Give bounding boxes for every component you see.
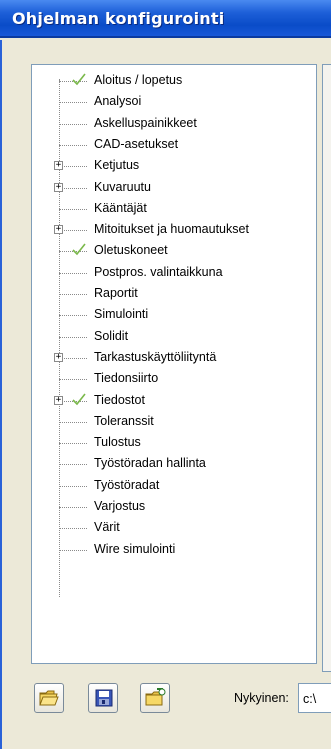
tree-branch-line	[59, 272, 87, 274]
tree-branch-line	[59, 187, 87, 189]
tree-item-label: Postpros. valintaikkuna	[94, 264, 223, 279]
tree-branch-line	[59, 357, 87, 359]
tree-item-label: Tiedonsiirto	[94, 371, 159, 386]
tree-branch-line	[59, 123, 87, 125]
expand-icon[interactable]: +	[54, 395, 63, 405]
tree-item[interactable]: Aloitus / lopetus	[32, 71, 316, 92]
tree-branch-line	[59, 294, 87, 295]
tree-item-label: Tarkastuskäyttöliityntä	[94, 349, 217, 364]
current-path-field[interactable]: c:\	[298, 683, 331, 713]
title-bar[interactable]: Ohjelman konfigurointi	[0, 0, 331, 38]
tree-branch-line	[59, 528, 87, 530]
expand-icon[interactable]: +	[54, 225, 63, 235]
tree-item-label: Aloitus / lopetus	[94, 73, 183, 87]
tree-item[interactable]: Raportit	[32, 284, 316, 305]
tree-branch-line	[59, 230, 87, 232]
tree-branch-line	[59, 315, 87, 317]
window-title: Ohjelman konfigurointi	[12, 9, 225, 28]
tree-branch-line	[59, 102, 87, 104]
tree-item[interactable]: Kääntäjät	[32, 199, 316, 220]
new-folder-button[interactable]	[140, 683, 170, 713]
tree-item-label: Tiedostot	[94, 392, 145, 407]
tree-item-label: Solidit	[94, 328, 129, 343]
bottom-toolbar: Nykyinen: c:\	[0, 683, 331, 723]
tree-item-label: Analysoi	[94, 94, 142, 109]
tree-item-label: Ketjutus	[94, 158, 140, 173]
tree-item[interactable]: Tulostus	[32, 433, 316, 454]
tree-branch-line	[59, 443, 87, 445]
tree-item-label: Kuvaruutu	[94, 179, 151, 194]
save-disk-icon	[95, 689, 113, 707]
tree-item[interactable]: Toleranssit	[32, 412, 316, 433]
expand-icon[interactable]: +	[54, 161, 63, 171]
tree-item[interactable]: + Ketjutus	[32, 156, 316, 177]
tree-item[interactable]: Työstöradat	[32, 476, 316, 497]
tree-item[interactable]: CAD-asetukset	[32, 135, 316, 156]
current-path-label: Nykyinen:	[234, 691, 289, 705]
folder-new-icon	[145, 688, 166, 706]
settings-panel	[322, 64, 331, 672]
tree-item-label: Simulointi	[94, 307, 149, 322]
config-tree[interactable]: Aloitus / lopetus Analysoi Askelluspainikk…	[31, 64, 317, 664]
checkmark-icon	[72, 243, 86, 256]
tree-item-label: Työstöradan hallinta	[94, 456, 206, 471]
tree-item-label: Värit	[94, 520, 120, 535]
tree-branch-line	[59, 507, 87, 508]
tree-branch-line	[59, 379, 87, 381]
tree-item[interactable]: Tiedonsiirto	[32, 369, 316, 390]
tree-branch-line	[59, 336, 87, 338]
tree-item[interactable]: Postpros. valintaikkuna	[32, 263, 316, 284]
tree-branch-line	[59, 144, 87, 146]
tree-item[interactable]: + Tiedostot	[32, 391, 316, 412]
tree-branch-line	[59, 464, 87, 466]
tree-item-label: Kääntäjät	[94, 200, 147, 215]
tree-item[interactable]: Analysoi	[32, 92, 316, 113]
checkmark-icon	[72, 73, 86, 86]
tree-item-label: Raportit	[94, 286, 138, 300]
tree-branch-line	[59, 166, 87, 168]
tree-item[interactable]: Työstöradan hallinta	[32, 454, 316, 475]
tree-item-label: Oletuskoneet	[94, 243, 168, 258]
tree-item[interactable]: Värit	[32, 518, 316, 539]
expand-icon[interactable]: +	[54, 352, 63, 362]
open-folder-icon	[39, 690, 59, 706]
tree-item[interactable]: + Mitoitukset ja huomautukset	[32, 220, 316, 241]
save-button[interactable]	[88, 683, 118, 713]
tree-item[interactable]: Solidit	[32, 327, 316, 348]
tree-branch-line	[59, 549, 87, 551]
tree-item[interactable]: Wire simulointi	[32, 540, 316, 561]
tree-branch-line	[59, 208, 87, 210]
tree-branch-line	[59, 485, 87, 487]
tree-item-label: Tulostus	[94, 435, 141, 450]
tree-item-label: Varjostus	[94, 499, 146, 513]
open-button[interactable]	[34, 683, 64, 713]
tree-item-label: Wire simulointi	[94, 541, 176, 556]
tree-item-label: Työstöradat	[94, 477, 160, 492]
tree-item[interactable]: + Kuvaruutu	[32, 178, 316, 199]
tree-branch-line	[59, 421, 87, 423]
tree-item[interactable]: Simulointi	[32, 305, 316, 326]
tree-item-label: Mitoitukset ja huomautukset	[94, 222, 249, 237]
tree-item[interactable]: Varjostus	[32, 497, 316, 518]
tree-item-label: CAD-asetukset	[94, 136, 179, 151]
tree-item[interactable]: + Tarkastuskäyttöliityntä	[32, 348, 316, 369]
expand-icon[interactable]: +	[54, 182, 63, 192]
tree-item[interactable]: Oletuskoneet	[32, 241, 316, 262]
current-path-value: c:\	[303, 692, 317, 706]
checkmark-icon	[72, 393, 86, 405]
tree-item-label: Toleranssit	[94, 413, 154, 428]
tree-item[interactable]: Askelluspainikkeet	[32, 114, 316, 135]
tree-item-label: Askelluspainikkeet	[94, 115, 197, 130]
